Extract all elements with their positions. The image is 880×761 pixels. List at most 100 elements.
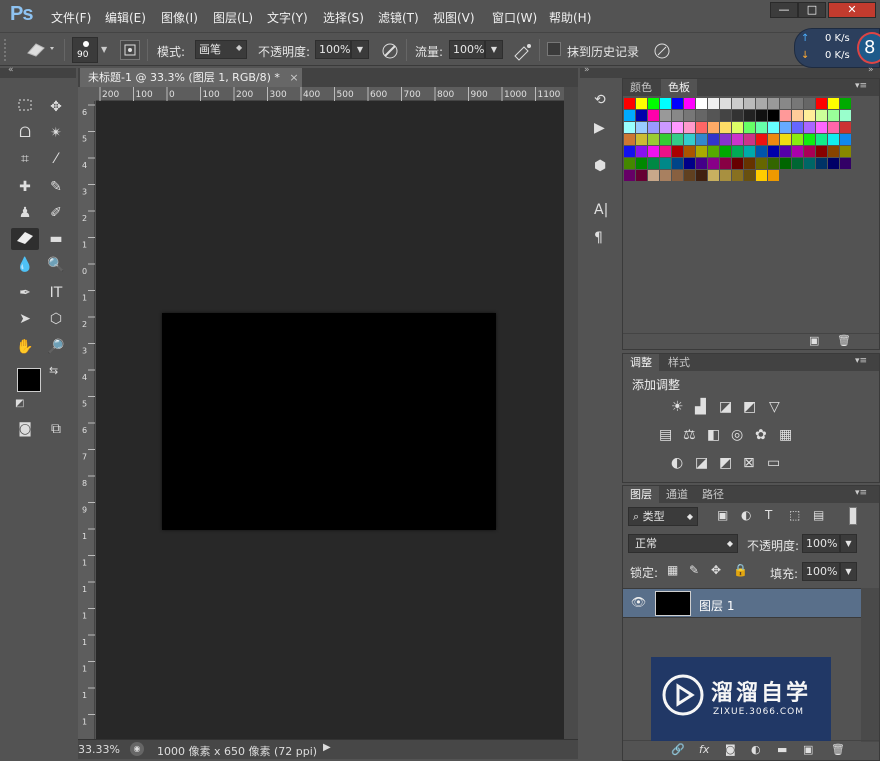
swatch-cell[interactable]	[648, 146, 659, 157]
swatch-cell[interactable]	[792, 158, 803, 169]
character-panel-icon[interactable]: A|	[594, 202, 608, 218]
swatch-cell[interactable]	[828, 158, 839, 169]
swatch-cell[interactable]	[780, 98, 791, 109]
filter-smart-object-icon[interactable]: ▤	[813, 508, 824, 522]
close-button[interactable]: ✕	[828, 2, 876, 18]
zoom-tool-icon[interactable]: 🔎	[44, 336, 68, 358]
swatch-cell[interactable]	[744, 134, 755, 145]
hand-tool-icon[interactable]: ✋	[13, 336, 37, 358]
swatch-cell[interactable]	[672, 134, 683, 145]
swatch-cell[interactable]	[732, 122, 743, 133]
swatch-cell[interactable]	[696, 134, 707, 145]
invert-icon[interactable]: ◐	[671, 455, 683, 471]
swatch-cell[interactable]	[756, 170, 767, 181]
swatch-cell[interactable]	[732, 170, 743, 181]
magic-wand-icon[interactable]: ✴	[44, 122, 68, 144]
threshold-icon[interactable]: ◩	[719, 455, 732, 471]
swatch-cell[interactable]	[708, 98, 719, 109]
swatch-cell[interactable]	[756, 158, 767, 169]
swatch-cell[interactable]	[780, 134, 791, 145]
blend-mode-select[interactable]: 正常 ◆	[628, 534, 738, 553]
pen-tool-icon[interactable]: ✒	[13, 282, 37, 304]
maximize-button[interactable]: □	[798, 2, 826, 18]
swatch-cell[interactable]	[684, 110, 695, 121]
swatch-cell[interactable]	[636, 98, 647, 109]
history-panel-icon[interactable]: ⟲	[594, 92, 606, 108]
move-tool-icon[interactable]: ✥	[44, 96, 68, 118]
swatch-cell[interactable]	[768, 98, 779, 109]
pressure-opacity-icon[interactable]	[380, 41, 400, 64]
swatch-cell[interactable]	[816, 134, 827, 145]
path-selection-icon[interactable]: ➤	[13, 308, 37, 330]
gradient-map-icon[interactable]: ▭	[767, 455, 780, 471]
swatch-cell[interactable]	[756, 98, 767, 109]
new-swatch-icon[interactable]: ▣	[809, 334, 819, 347]
swatch-cell[interactable]	[636, 170, 647, 181]
swatch-cell[interactable]	[780, 146, 791, 157]
layer-row[interactable]: 👁 图层 1	[623, 588, 861, 618]
swatch-cell[interactable]	[780, 158, 791, 169]
brightness-icon[interactable]: ☀	[671, 399, 684, 415]
swatch-cell[interactable]	[840, 110, 851, 121]
swatch-cell[interactable]	[756, 110, 767, 121]
menu-help[interactable]: 帮助(H)	[549, 9, 591, 26]
swatch-cell[interactable]	[636, 110, 647, 121]
tab-adjustments[interactable]: 调整	[623, 354, 659, 371]
flow-input[interactable]: 100%	[449, 40, 485, 59]
swatch-cell[interactable]	[768, 110, 779, 121]
crop-tool-icon[interactable]: ⌗	[13, 148, 37, 170]
erase-history-checkbox[interactable]	[547, 42, 561, 56]
shape-tool-icon[interactable]: ⬡	[44, 308, 68, 330]
swatch-cell[interactable]	[636, 158, 647, 169]
lock-position-icon[interactable]: ✥	[711, 563, 721, 577]
airbrush-icon[interactable]	[512, 41, 534, 64]
swatch-cell[interactable]	[648, 170, 659, 181]
fill-dropdown[interactable]: ▼	[840, 562, 857, 581]
swatch-cell[interactable]	[804, 134, 815, 145]
adjustments-menu-icon[interactable]: ▾≡	[855, 356, 867, 366]
layers-menu-icon[interactable]: ▾≡	[855, 488, 867, 498]
swatch-cell[interactable]	[624, 110, 635, 121]
healing-brush-icon[interactable]: ✚	[13, 176, 37, 198]
quick-mask-icon[interactable]: ◙	[13, 418, 37, 440]
swatch-cell[interactable]	[732, 98, 743, 109]
swatch-cell[interactable]	[708, 146, 719, 157]
swatch-cell[interactable]	[792, 98, 803, 109]
swatch-cell[interactable]	[696, 122, 707, 133]
menu-edit[interactable]: 编辑(E)	[105, 9, 146, 26]
swatch-cell[interactable]	[804, 158, 815, 169]
swatch-cell[interactable]	[648, 98, 659, 109]
swatch-cell[interactable]	[828, 110, 839, 121]
vertical-ruler[interactable]: 6 5 4 3 2 1 0 1 2 3 4 5 6 7 8 9 1 1 1 1 1 1 1 1	[78, 101, 95, 739]
swatch-cell[interactable]	[780, 110, 791, 121]
swatch-cell[interactable]	[732, 134, 743, 145]
tab-paths[interactable]: 路径	[695, 486, 731, 503]
collapse-icon[interactable]: «	[8, 65, 14, 75]
swatch-cell[interactable]	[660, 158, 671, 169]
3d-panel-icon[interactable]: ⬢	[594, 158, 606, 174]
swatch-cell[interactable]	[828, 146, 839, 157]
default-colors-icon[interactable]: ◩	[15, 398, 24, 409]
layer-opacity-input[interactable]: 100%	[802, 534, 840, 553]
swatch-cell[interactable]	[720, 158, 731, 169]
tab-styles[interactable]: 样式	[661, 354, 697, 371]
visibility-eye-icon[interactable]: 👁	[631, 595, 646, 609]
swatch-cell[interactable]	[684, 122, 695, 133]
swatch-cell[interactable]	[708, 110, 719, 121]
filter-toggle[interactable]	[849, 507, 857, 525]
add-mask-icon[interactable]: ◙	[725, 743, 736, 756]
document-tab[interactable]: 未标题-1 @ 33.3% (图层 1, RGB/8) * ×	[80, 68, 302, 87]
swatch-cell[interactable]	[648, 110, 659, 121]
black-white-icon[interactable]: ◧	[707, 427, 720, 443]
menu-window[interactable]: 窗口(W)	[492, 9, 537, 26]
lock-transparency-icon[interactable]: ▦	[667, 563, 678, 577]
layer-style-icon[interactable]: fx	[699, 743, 709, 756]
swatch-cell[interactable]	[828, 122, 839, 133]
vibrance-icon[interactable]: ▽	[769, 399, 780, 415]
swatch-cell[interactable]	[720, 122, 731, 133]
clone-stamp-icon[interactable]: ♟	[13, 202, 37, 224]
layer-filter-select[interactable]: ⌕ 类型 ◆	[628, 507, 698, 526]
swatch-cell[interactable]	[744, 158, 755, 169]
history-brush-icon[interactable]: ✐	[44, 202, 68, 224]
link-layers-icon[interactable]: 🔗	[671, 743, 685, 756]
